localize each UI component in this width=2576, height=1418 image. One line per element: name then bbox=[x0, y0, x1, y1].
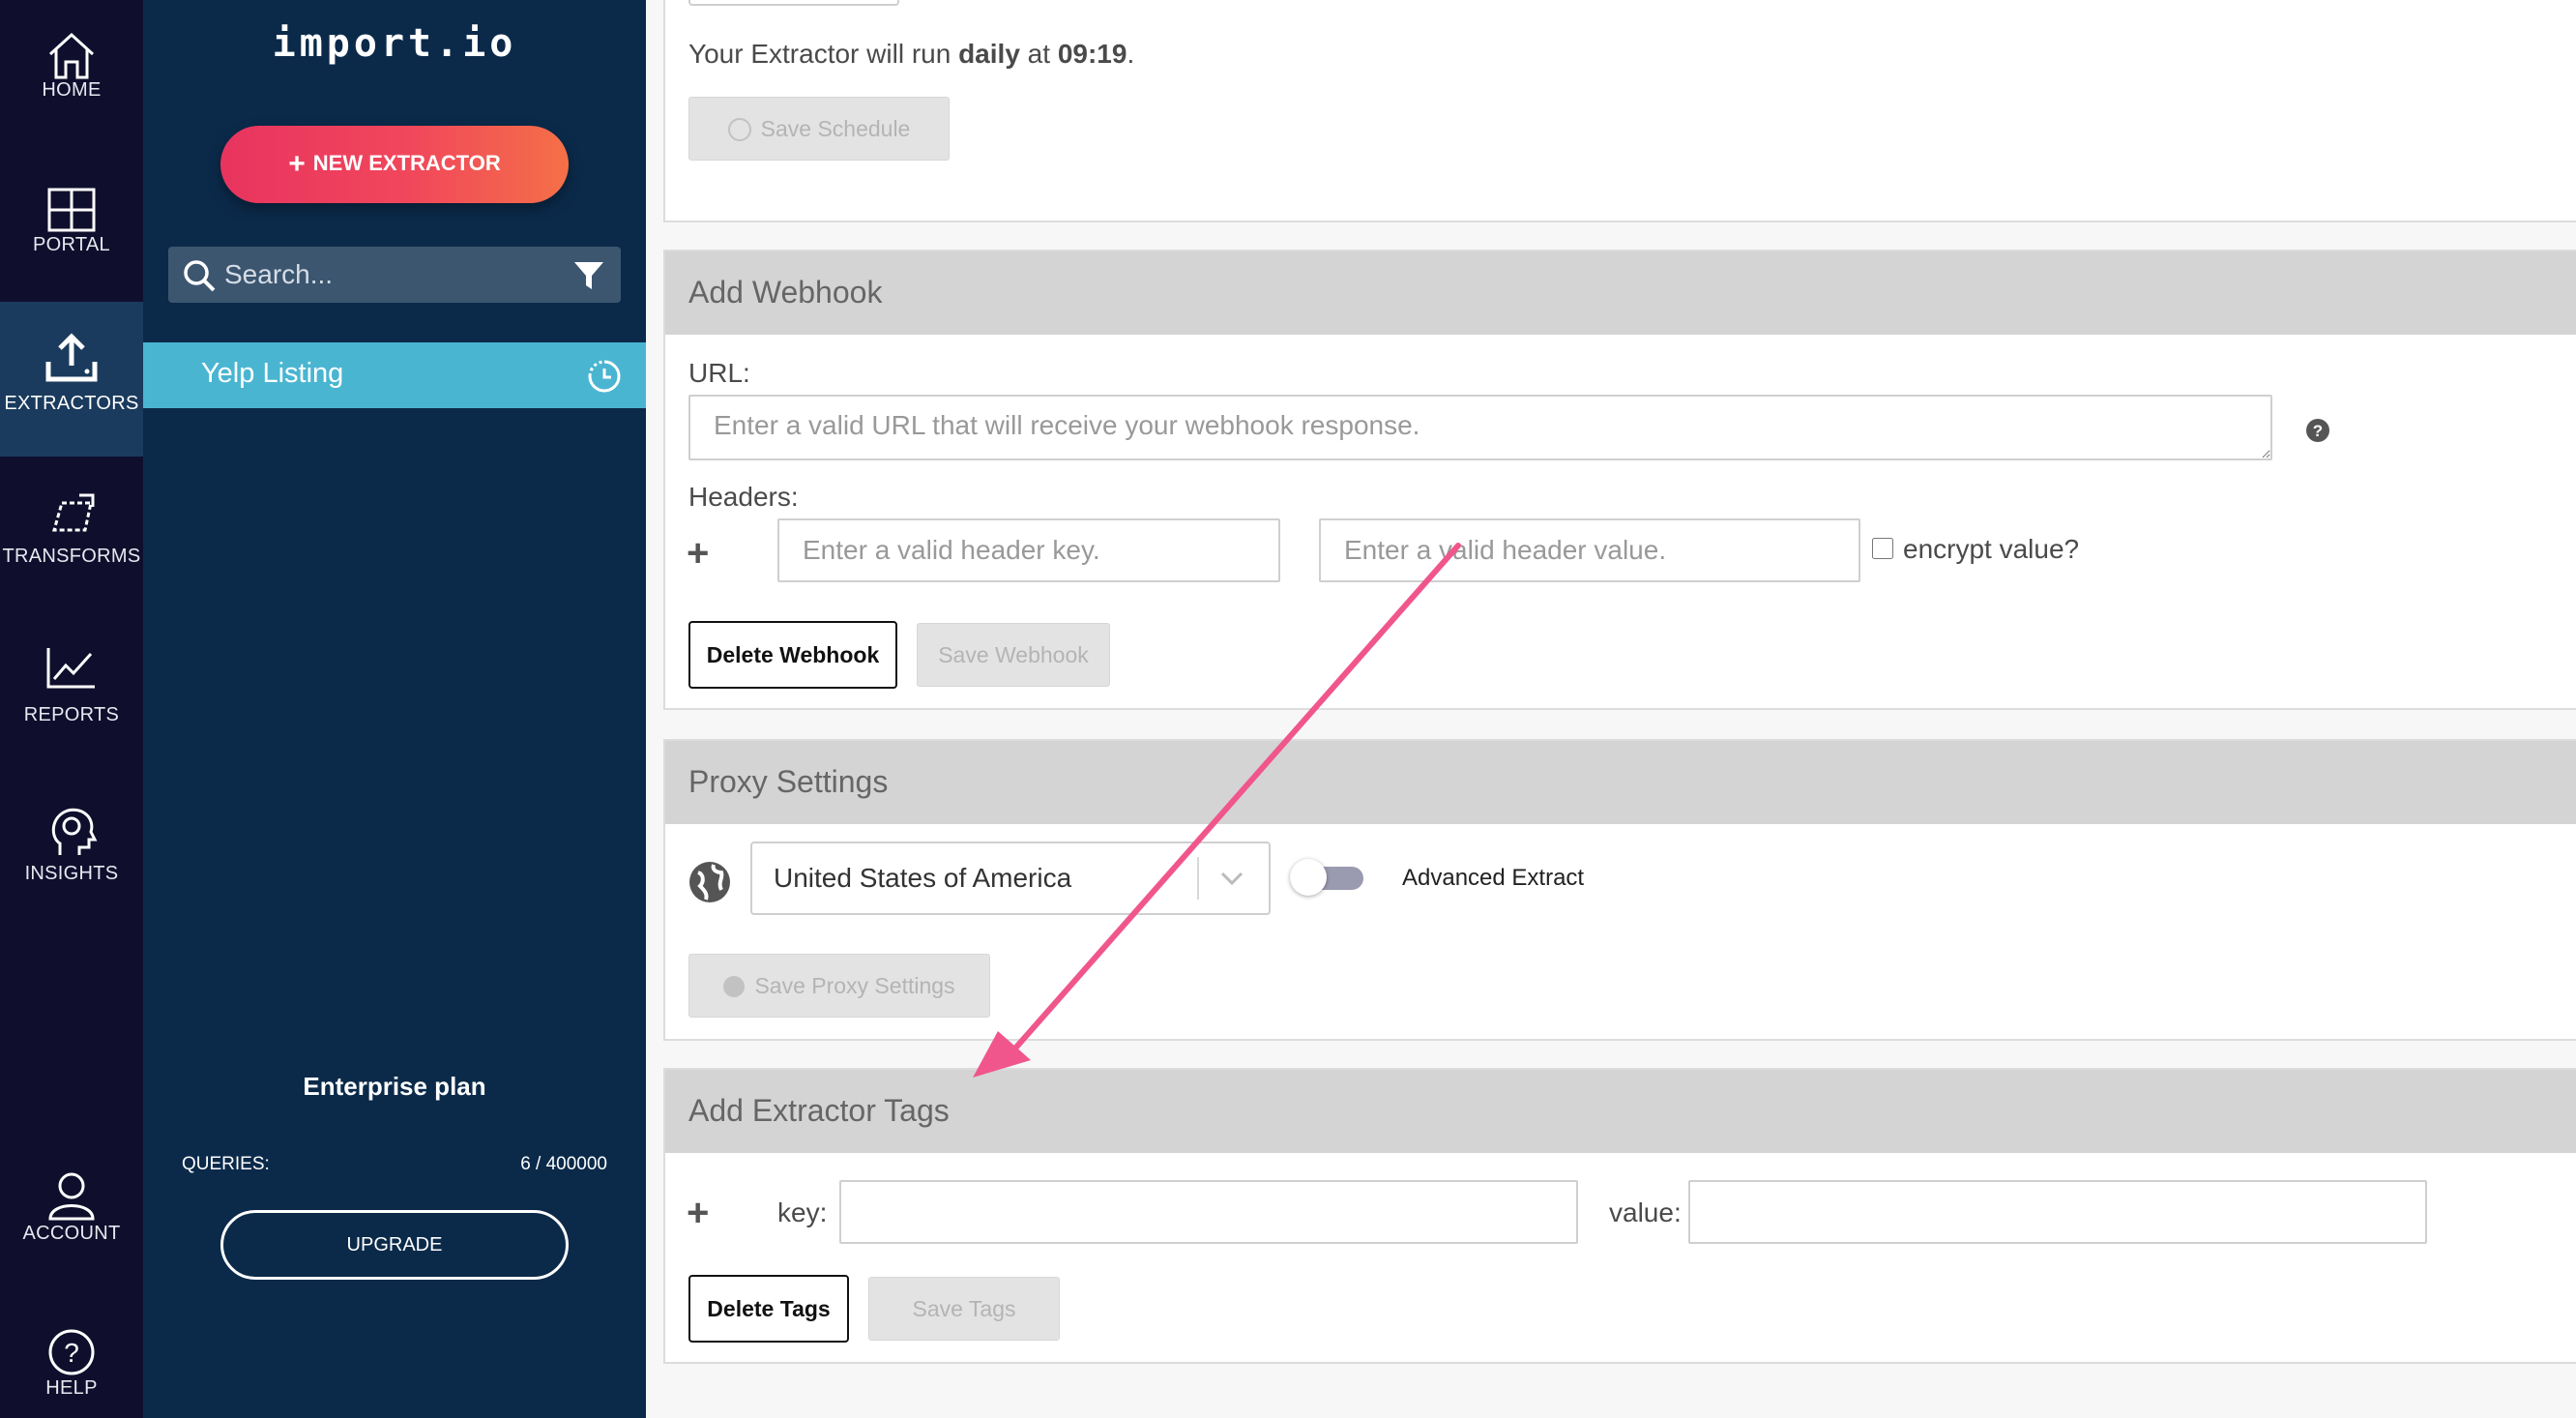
add-tag-icon[interactable]: + bbox=[687, 1192, 709, 1235]
user-icon bbox=[48, 1172, 95, 1221]
filter-icon[interactable] bbox=[572, 260, 605, 291]
new-extractor-button[interactable]: + NEW EXTRACTOR bbox=[220, 126, 569, 203]
webhook-card: Add Webhook URL: ? Headers: + encrypt va… bbox=[663, 250, 2576, 710]
tag-value-label: value: bbox=[1609, 1197, 1682, 1227]
plus-icon: + bbox=[288, 148, 306, 180]
save-schedule-label: Save Schedule bbox=[760, 115, 911, 141]
headers-label: Headers: bbox=[688, 482, 799, 512]
schedule-summary: Your Extractor will run daily at 09:19. bbox=[688, 39, 1134, 70]
chevron-down-icon bbox=[1220, 871, 1244, 886]
chart-icon bbox=[46, 648, 95, 689]
webhook-header: Add Webhook bbox=[665, 251, 2576, 335]
delete-webhook-button[interactable]: Delete Webhook bbox=[688, 621, 897, 689]
help-circle-icon[interactable]: ? bbox=[2305, 418, 2330, 443]
save-proxy-button[interactable]: Save Proxy Settings bbox=[688, 954, 990, 1018]
save-webhook-button[interactable]: Save Webhook bbox=[917, 623, 1110, 687]
queries-label: QUERIES: bbox=[182, 1154, 270, 1174]
home-icon bbox=[48, 32, 95, 79]
extractor-name: Yelp Listing bbox=[201, 358, 344, 389]
tag-key-label: key: bbox=[777, 1197, 828, 1227]
globe-small-icon bbox=[723, 975, 746, 997]
clock-icon bbox=[727, 117, 751, 141]
save-schedule-button[interactable]: Save Schedule bbox=[688, 97, 950, 161]
url-label: URL: bbox=[688, 358, 750, 388]
proxy-card: Proxy Settings United States of America … bbox=[663, 739, 2576, 1041]
rail-item-help[interactable]: ? HELP bbox=[0, 1296, 143, 1418]
schedule-card: Your Extractor will run daily at 09:19. … bbox=[663, 0, 2576, 222]
rail-item-insights[interactable]: INSIGHTS bbox=[0, 774, 143, 929]
rail-label-portal: PORTAL bbox=[33, 234, 110, 255]
schedule-prefix: Your Extractor will run bbox=[688, 39, 959, 69]
rail-label-home: HOME bbox=[42, 79, 102, 101]
rail-label-insights: INSIGHTS bbox=[24, 863, 119, 884]
extractor-sidebar: import.io +NEW EXTRACTOR Yelp Listing En… bbox=[143, 0, 646, 1418]
webhook-url-input[interactable] bbox=[688, 395, 2272, 460]
tags-title: Add Extractor Tags bbox=[688, 1093, 950, 1128]
search-bar bbox=[168, 247, 621, 303]
schedule-at: at bbox=[1019, 39, 1058, 69]
schedule-select-remnant[interactable] bbox=[688, 0, 899, 6]
rail-item-portal[interactable]: PORTAL bbox=[0, 155, 143, 310]
extractor-settings: Your Extractor will run daily at 09:19. … bbox=[646, 0, 2576, 1418]
header-key-input[interactable] bbox=[777, 518, 1280, 582]
rail-label-extractors: EXTRACTORS bbox=[4, 393, 139, 414]
brain-icon bbox=[51, 808, 98, 855]
toggle-knob bbox=[1290, 859, 1327, 896]
new-extractor-label: NEW EXTRACTOR bbox=[312, 151, 501, 175]
rail-item-reports[interactable]: REPORTS bbox=[0, 611, 143, 766]
proxy-header: Proxy Settings bbox=[665, 741, 2576, 824]
rail-label-transforms: TRANSFORMS bbox=[2, 546, 141, 567]
help-icon: ? bbox=[48, 1329, 95, 1375]
country-select[interactable]: United States of America bbox=[750, 842, 1271, 915]
proxy-title: Proxy Settings bbox=[688, 764, 889, 799]
rail-item-extractors[interactable]: EXTRACTORS bbox=[0, 302, 143, 457]
rail-item-account[interactable]: ACCOUNT bbox=[0, 1141, 143, 1296]
save-proxy-label: Save Proxy Settings bbox=[754, 972, 955, 998]
rail-item-home[interactable]: HOME bbox=[0, 0, 143, 155]
search-icon bbox=[184, 260, 216, 292]
tags-card: Add Extractor Tags + key: value: Delete … bbox=[663, 1068, 2576, 1364]
extractor-list-item[interactable]: Yelp Listing bbox=[143, 342, 646, 408]
upgrade-button[interactable]: UPGRADE bbox=[220, 1210, 569, 1280]
advanced-extract-label: Advanced Extract bbox=[1402, 865, 1585, 891]
add-header-icon[interactable]: + bbox=[687, 532, 709, 576]
save-tags-button[interactable]: Save Tags bbox=[868, 1277, 1060, 1341]
icon-rail: HOME PORTAL EXTRACTORS TRANSFORMS REPORT… bbox=[0, 0, 143, 1418]
rail-label-account: ACCOUNT bbox=[22, 1223, 121, 1244]
rail-label-reports: REPORTS bbox=[23, 704, 120, 725]
svg-text:?: ? bbox=[64, 1338, 79, 1368]
tags-header: Add Extractor Tags bbox=[665, 1070, 2576, 1153]
encrypt-label: encrypt value? bbox=[1903, 534, 2080, 564]
tag-key-input[interactable] bbox=[839, 1180, 1578, 1244]
delete-tags-button[interactable]: Delete Tags bbox=[688, 1275, 849, 1343]
svg-text:?: ? bbox=[2313, 422, 2323, 440]
advanced-extract-toggle[interactable] bbox=[1290, 859, 1363, 896]
webhook-title: Add Webhook bbox=[688, 275, 883, 310]
plan-name: Enterprise plan bbox=[303, 1072, 486, 1101]
encrypt-checkbox[interactable] bbox=[1872, 538, 1893, 559]
grid-icon bbox=[47, 188, 96, 232]
rail-item-transforms[interactable]: TRANSFORMS bbox=[0, 457, 143, 611]
app-logo: import.io bbox=[272, 21, 517, 66]
rail-label-help: HELP bbox=[45, 1377, 98, 1399]
schedule-clock-icon bbox=[588, 360, 621, 393]
tag-value-input[interactable] bbox=[1688, 1180, 2427, 1244]
search-input[interactable] bbox=[224, 247, 553, 303]
header-value-input[interactable] bbox=[1319, 518, 1860, 582]
upload-icon bbox=[45, 333, 98, 382]
schedule-time: 09:19 bbox=[1057, 39, 1127, 69]
select-divider bbox=[1197, 857, 1199, 900]
schedule-suffix: . bbox=[1127, 39, 1135, 69]
globe-icon bbox=[689, 862, 730, 902]
schedule-frequency: daily bbox=[958, 39, 1020, 69]
transform-icon bbox=[52, 493, 95, 532]
queries-value: 6 / 400000 bbox=[520, 1154, 607, 1174]
country-value: United States of America bbox=[774, 863, 1072, 893]
